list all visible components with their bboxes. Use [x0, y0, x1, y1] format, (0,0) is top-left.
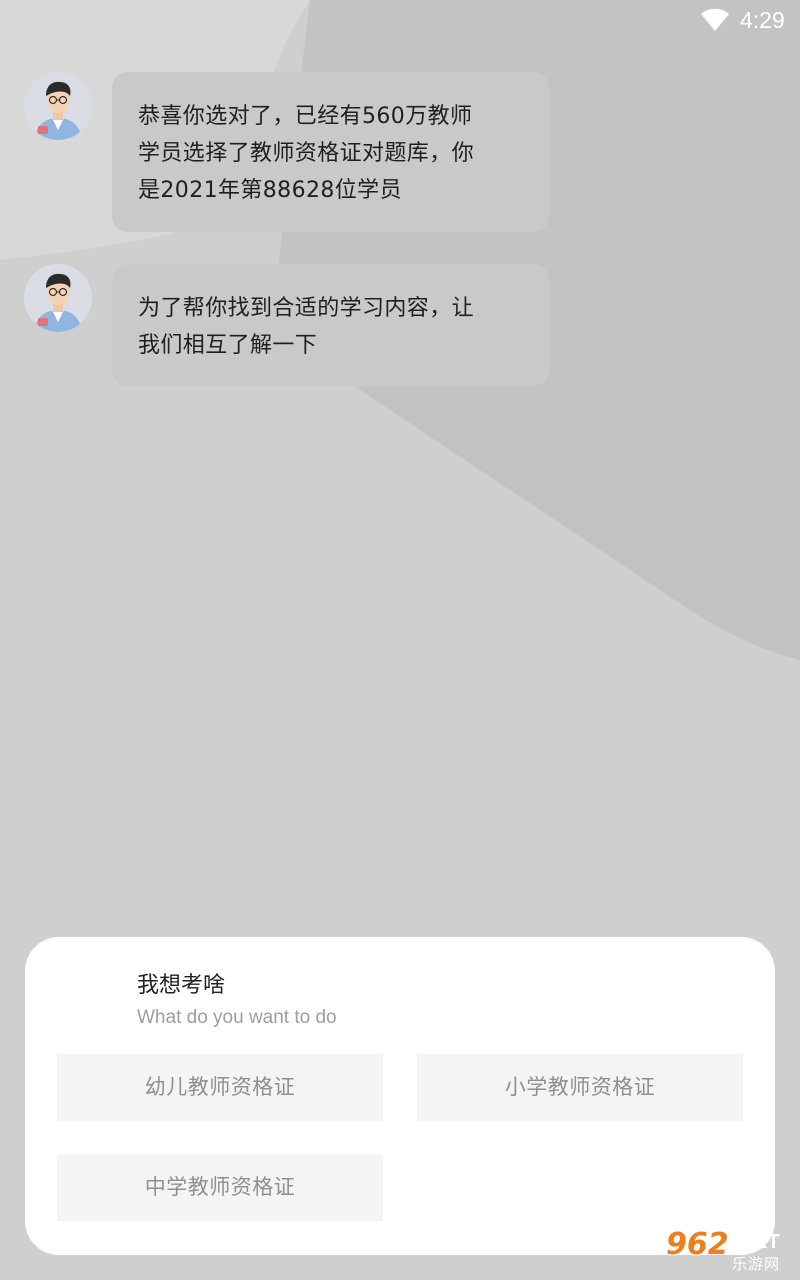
- watermark-logo: 962 .NET 乐游网: [660, 1228, 794, 1276]
- bubble-line: 为了帮你找到合适的学习内容，让: [138, 296, 475, 321]
- chat-bubble: 为了帮你找到合适的学习内容，让 我们相互了解一下: [112, 264, 549, 386]
- option-primary-certificate[interactable]: 小学教师资格证: [417, 1054, 743, 1121]
- option-secondary-certificate[interactable]: 中学教师资格证: [57, 1154, 383, 1221]
- status-bar: 4:29: [0, 0, 800, 40]
- teacher-avatar: [24, 264, 92, 332]
- question-subtitle: What do you want to do: [137, 1007, 337, 1028]
- watermark-number: 962: [666, 1227, 729, 1262]
- watermark-net: .NET: [734, 1231, 780, 1253]
- bubble-line: 我们相互了解一下: [138, 333, 318, 358]
- wifi-icon: [701, 8, 729, 31]
- bubble-line: 学员选择了教师资格证对题库，你: [138, 141, 475, 166]
- status-time: 4:29: [740, 7, 785, 33]
- option-kindergarten-certificate[interactable]: 幼儿教师资格证: [57, 1054, 383, 1121]
- teacher-avatar: [24, 72, 92, 140]
- watermark-site-name: 乐游网: [732, 1255, 781, 1273]
- question-title: 我想考啥: [137, 973, 226, 998]
- question-card: 我想考啥 What do you want to do 幼儿教师资格证 小学教师…: [25, 937, 775, 1255]
- chat-bubble: 恭喜你选对了，已经有560万教师 学员选择了教师资格证对题库，你 是2021年第…: [112, 72, 549, 232]
- bubble-line: 恭喜你选对了，已经有560万教师: [138, 104, 473, 129]
- bubble-line: 是2021年第88628位学员: [138, 178, 402, 203]
